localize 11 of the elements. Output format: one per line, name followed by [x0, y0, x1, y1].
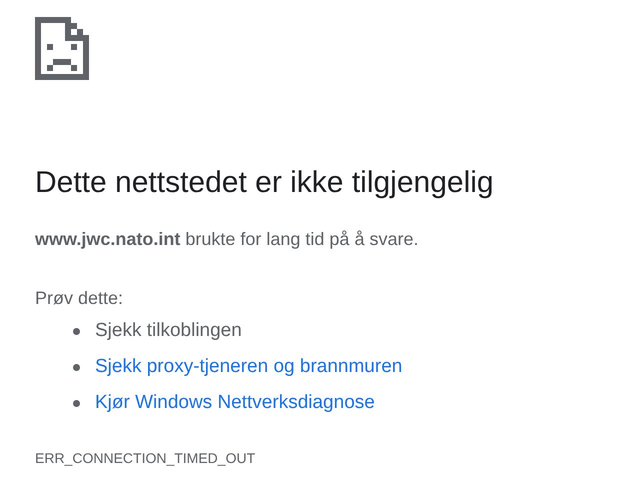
error-heading: Dette nettstedet er ikke tilgjengelig [35, 165, 495, 201]
suggestion-link[interactable]: Sjekk proxy-tjeneren og brannmuren [95, 356, 402, 378]
suggestions-title: Prøv dette: [35, 287, 124, 310]
error-message: www.jwc.nato.int brukte for lang tid på å svare. [35, 228, 420, 251]
bullet-icon [73, 364, 80, 370]
error-code: ERR_CONNECTION_TIMED_OUT [35, 450, 256, 466]
bullet-icon [73, 400, 80, 406]
sad-page-icon [35, 17, 89, 80]
bullet-icon [73, 328, 80, 334]
suggestion-text: Sjekk tilkoblingen [95, 320, 242, 342]
suggestion-link[interactable]: Kjør Windows Nettverksdiagnose [95, 392, 375, 414]
